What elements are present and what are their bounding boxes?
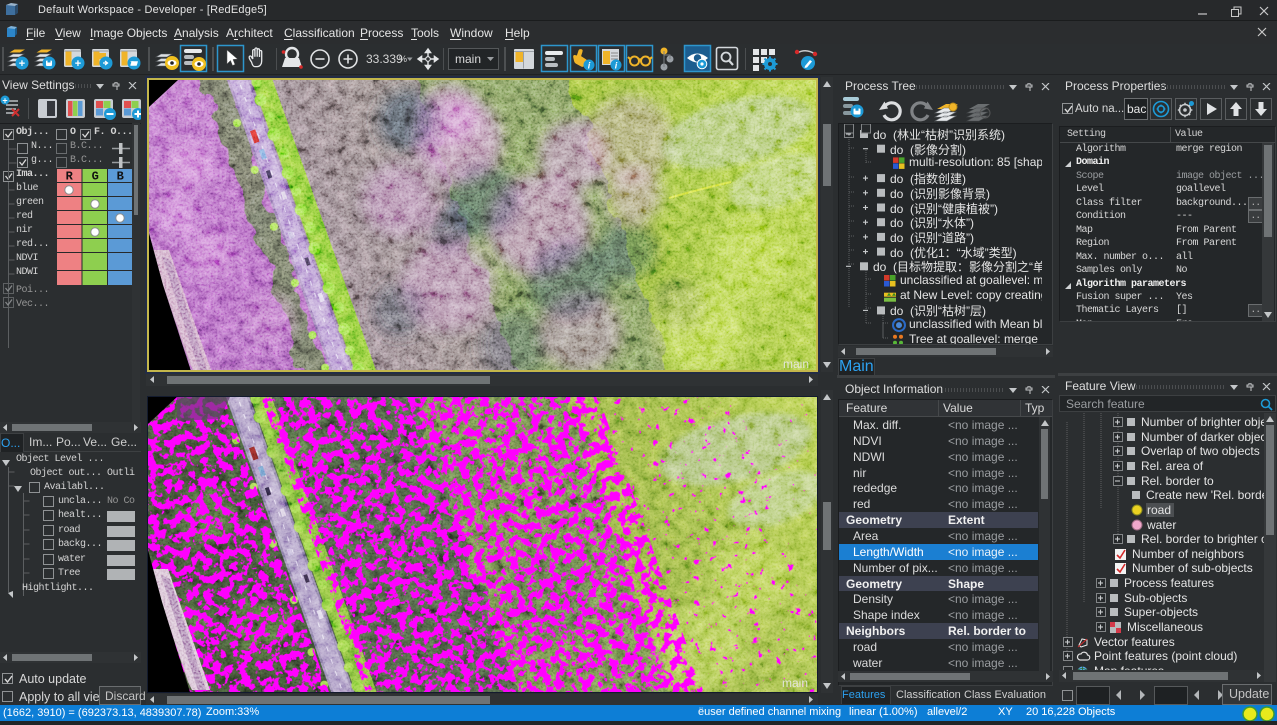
svg-text:33.339: 33.339 xyxy=(366,52,403,66)
svg-text:+: + xyxy=(75,58,81,70)
svg-text:%: % xyxy=(399,54,407,64)
svg-text:main: main xyxy=(783,357,809,370)
svg-text:+: + xyxy=(19,58,25,70)
svg-text:B: B xyxy=(117,170,124,184)
svg-text:G: G xyxy=(92,170,99,184)
svg-text:main: main xyxy=(455,52,481,66)
svg-text:main: main xyxy=(782,676,808,690)
svg-text:+: + xyxy=(2,96,7,106)
